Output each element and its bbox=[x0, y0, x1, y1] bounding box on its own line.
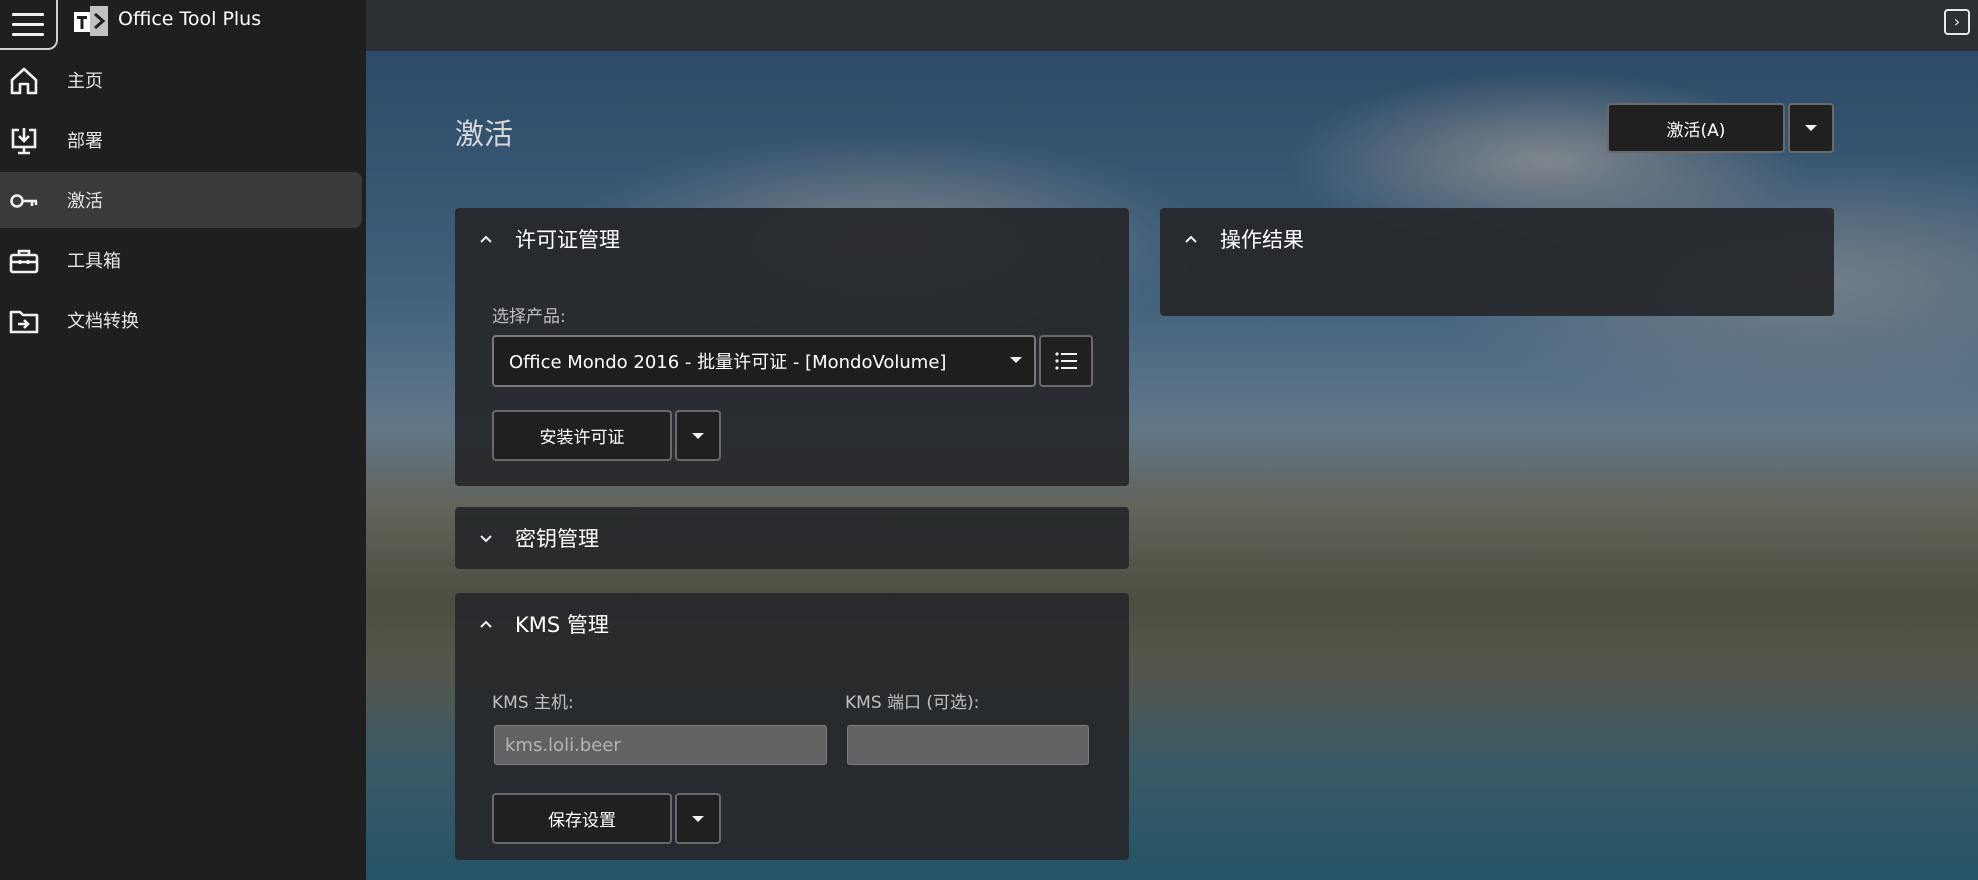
operation-result-card: 操作结果 bbox=[1160, 208, 1834, 316]
hamburger-line bbox=[12, 32, 44, 36]
kms-host-label: KMS 主机: bbox=[492, 693, 574, 713]
home-icon bbox=[10, 67, 38, 95]
sidebar-item-document-convert[interactable]: 文档转换 bbox=[0, 292, 366, 348]
menu-toggle-button[interactable] bbox=[0, 0, 58, 50]
kms-host-input[interactable] bbox=[494, 725, 827, 765]
card-title: 操作结果 bbox=[1220, 228, 1304, 252]
product-select-value: Office Mondo 2016 - 批量许可证 - [MondoVolume… bbox=[509, 352, 947, 373]
license-management-card: 许可证管理 选择产品: Office Mondo 2016 - 批量许可证 - … bbox=[455, 208, 1129, 486]
chevron-up-icon bbox=[1185, 235, 1197, 243]
save-settings-options-button[interactable] bbox=[675, 793, 721, 844]
install-license-button[interactable]: 安装许可证 bbox=[492, 410, 672, 461]
product-select[interactable]: Office Mondo 2016 - 批量许可证 - [MondoVolume… bbox=[492, 335, 1036, 387]
pane-toggle-button[interactable]: › bbox=[1944, 9, 1970, 35]
deploy-icon bbox=[11, 128, 37, 155]
save-settings-split-button: 保存设置 bbox=[492, 793, 721, 844]
product-list-button[interactable] bbox=[1039, 335, 1093, 387]
card-title: 密钥管理 bbox=[515, 527, 599, 551]
install-license-split-button: 安装许可证 bbox=[492, 410, 721, 461]
sidebar: Office Tool Plus 主页 部署 激活 工具箱 文档转换 bbox=[0, 0, 366, 880]
kms-management-card: KMS 管理 KMS 主机: KMS 端口 (可选): 保存设置 bbox=[455, 593, 1129, 860]
chevron-down-icon bbox=[692, 815, 704, 822]
app-logo-icon bbox=[74, 6, 108, 36]
app-title: Office Tool Plus bbox=[118, 8, 262, 30]
activate-split-button: 激活(A) bbox=[1607, 103, 1834, 153]
sidebar-item-label: 主页 bbox=[67, 71, 103, 92]
chevron-down-icon bbox=[1805, 125, 1817, 131]
chevron-right-icon: › bbox=[1953, 12, 1961, 31]
license-card-header[interactable]: 许可证管理 bbox=[455, 208, 1129, 270]
top-bar: › bbox=[366, 0, 1978, 51]
save-settings-button[interactable]: 保存设置 bbox=[492, 793, 672, 844]
hamburger-line bbox=[12, 22, 44, 26]
sidebar-item-activate[interactable]: 激活 bbox=[0, 172, 362, 228]
sidebar-item-label: 工具箱 bbox=[67, 251, 121, 272]
key-card-header[interactable]: 密钥管理 bbox=[455, 507, 1129, 569]
kms-port-label: KMS 端口 (可选): bbox=[845, 693, 980, 713]
hamburger-line bbox=[12, 12, 44, 16]
toolbox-icon bbox=[9, 249, 39, 274]
chevron-up-icon bbox=[480, 620, 492, 628]
activate-button[interactable]: 激活(A) bbox=[1607, 103, 1785, 153]
key-icon bbox=[10, 194, 38, 208]
activate-options-button[interactable] bbox=[1788, 103, 1834, 153]
chevron-down-icon bbox=[692, 432, 704, 439]
card-title: KMS 管理 bbox=[515, 613, 609, 637]
install-license-options-button[interactable] bbox=[675, 410, 721, 461]
sidebar-nav: 主页 部署 激活 工具箱 文档转换 bbox=[0, 52, 366, 352]
sidebar-item-label: 激活 bbox=[67, 191, 103, 212]
product-label: 选择产品: bbox=[492, 307, 566, 327]
kms-card-header[interactable]: KMS 管理 bbox=[455, 593, 1129, 655]
chevron-down-icon bbox=[1010, 357, 1022, 363]
sidebar-item-label: 文档转换 bbox=[67, 311, 139, 332]
sidebar-item-label: 部署 bbox=[67, 131, 103, 152]
key-management-card: 密钥管理 bbox=[455, 507, 1129, 569]
kms-port-input[interactable] bbox=[847, 725, 1089, 765]
document-convert-icon bbox=[9, 310, 39, 334]
main-content: 激活 激活(A) 许可证管理 选择产品: Office Mondo 2016 -… bbox=[366, 51, 1978, 880]
page-title: 激活 bbox=[455, 117, 514, 151]
sidebar-item-home[interactable]: 主页 bbox=[0, 52, 366, 108]
sidebar-item-deploy[interactable]: 部署 bbox=[0, 112, 366, 168]
chevron-up-icon bbox=[480, 235, 492, 243]
chevron-down-icon bbox=[480, 535, 492, 543]
sidebar-item-toolbox[interactable]: 工具箱 bbox=[0, 232, 366, 288]
card-title: 许可证管理 bbox=[515, 228, 620, 252]
result-card-header[interactable]: 操作结果 bbox=[1160, 208, 1834, 270]
list-icon bbox=[1055, 352, 1077, 370]
